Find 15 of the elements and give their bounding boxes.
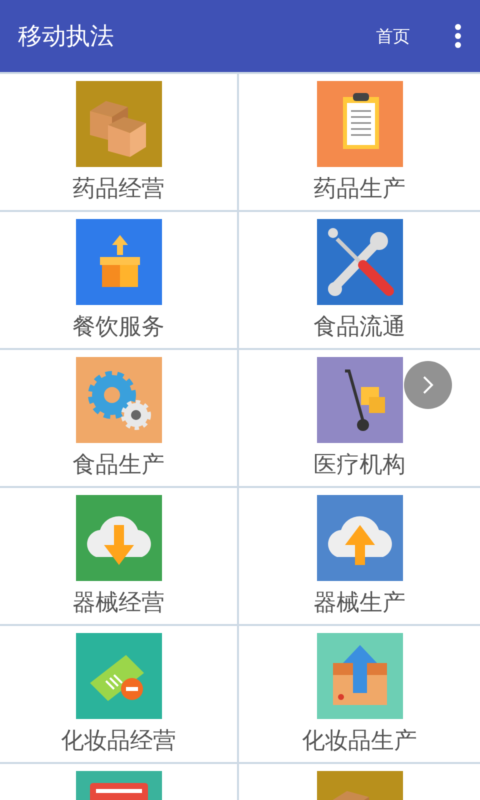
category-tile[interactable]: 器械生产 (239, 488, 480, 624)
category-tile[interactable]: 食品流通 (239, 212, 480, 348)
home-link[interactable]: 首页 (372, 20, 414, 52)
category-tile[interactable]: 化妆品生产 (239, 626, 480, 762)
app-title: 移动执法 (18, 21, 115, 52)
chevron-right-icon (422, 375, 434, 395)
category-tile[interactable]: 食品生产 (0, 350, 237, 486)
category-tile[interactable]: 药品生产 (239, 74, 480, 210)
category-tile[interactable]: 化妆品经营 (0, 626, 237, 762)
category-tile[interactable]: 药品经营 (0, 74, 237, 210)
category-tile[interactable]: 医疗机构 (239, 350, 480, 486)
category-tile[interactable]: 餐饮服务 (0, 212, 237, 348)
more-menu-icon[interactable] (454, 24, 462, 48)
next-button[interactable] (404, 361, 452, 409)
category-tile[interactable]: 器械经营 (0, 488, 237, 624)
